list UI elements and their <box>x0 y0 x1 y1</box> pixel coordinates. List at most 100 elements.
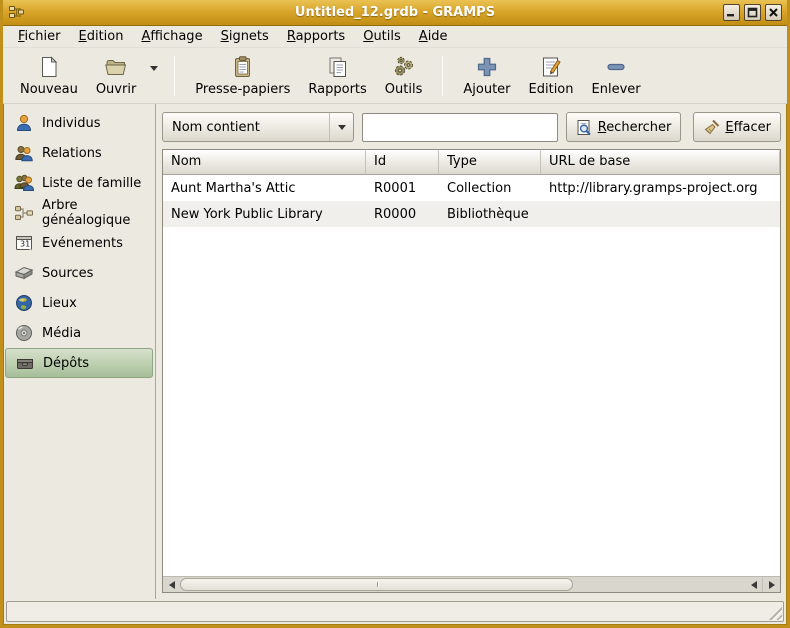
clipboard-icon <box>231 55 255 79</box>
sidebar-item-depots[interactable]: Dépôts <box>5 348 153 378</box>
edit-document-icon <box>539 55 563 79</box>
cell-type: Bibliothèque <box>439 201 541 227</box>
pedigree-tree-icon <box>14 203 34 223</box>
globe-icon <box>14 293 34 313</box>
gramps-window: Untitled_12.grdb - GRAMPS Fichier Editio… <box>0 0 790 628</box>
list-empty-area <box>163 227 780 576</box>
broom-icon <box>703 119 720 136</box>
clear-button[interactable]: Effacer <box>693 112 781 142</box>
close-button[interactable] <box>765 4 782 21</box>
family-group-icon <box>14 173 34 193</box>
sidebar-item-relations[interactable]: Relations <box>5 138 153 168</box>
horizontal-scrollbar[interactable] <box>163 576 780 592</box>
remove-button[interactable]: Enlever <box>583 51 650 100</box>
cell-id: R0001 <box>366 175 439 201</box>
arrow-left-icon <box>751 581 757 589</box>
toolbar-separator <box>442 56 443 96</box>
sidebar-item-label: Relations <box>42 146 102 161</box>
tools-button[interactable]: Outils <box>376 51 432 100</box>
status-bar <box>6 601 784 622</box>
toolbar-separator <box>174 56 175 96</box>
arrow-left-icon <box>169 581 175 589</box>
add-button[interactable]: Ajouter <box>454 51 519 100</box>
cell-url <box>541 201 780 227</box>
menu-affichage[interactable]: Affichage <box>132 27 211 46</box>
cell-id: R0000 <box>366 201 439 227</box>
clipboard-button[interactable]: Presse-papiers <box>186 51 299 100</box>
sidebar-item-liste-de-famille[interactable]: Liste de famille <box>5 168 153 198</box>
cell-name: Aunt Martha's Attic <box>163 175 366 201</box>
search-button[interactable]: Rechercher <box>566 112 682 142</box>
repository-list: Nom Id Type URL de base Aunt Martha's At… <box>162 149 781 593</box>
arrow-right-icon <box>769 581 775 589</box>
column-header-id[interactable]: Id <box>366 150 439 175</box>
scroll-left-stepper[interactable] <box>163 577 180 592</box>
two-people-icon <box>14 143 34 163</box>
tool-label: Edition <box>529 82 574 97</box>
new-document-icon <box>37 55 61 79</box>
sidebar-item-label: Lieux <box>42 296 77 311</box>
filter-field-select[interactable]: Nom contient <box>162 112 354 142</box>
calendar-icon: 31 <box>14 233 34 253</box>
book-icon <box>14 263 34 283</box>
menu-rapports[interactable]: Rapports <box>278 27 354 46</box>
status-footer <box>3 599 787 625</box>
sidebar-item-label: Dépôts <box>43 356 89 371</box>
find-icon <box>576 119 593 136</box>
titlebar[interactable]: Untitled_12.grdb - GRAMPS <box>3 0 787 26</box>
tool-label: Ajouter <box>463 82 510 97</box>
table-row[interactable]: Aunt Martha's Attic R0001 Collection htt… <box>163 175 780 201</box>
remove-minus-icon <box>604 55 628 79</box>
filter-field-value: Nom contient <box>172 120 260 135</box>
sidebar: Individus Relations <box>3 104 156 599</box>
open-dropdown-button[interactable] <box>145 66 163 85</box>
cell-type: Collection <box>439 175 541 201</box>
scrollbar-thumb[interactable] <box>180 578 573 591</box>
column-header-url[interactable]: URL de base <box>541 150 780 175</box>
reports-icon <box>326 55 350 79</box>
edit-button[interactable]: Edition <box>520 51 583 100</box>
column-header-nom[interactable]: Nom <box>163 150 366 175</box>
resize-grip[interactable] <box>767 605 782 620</box>
open-folder-icon <box>104 55 128 79</box>
tool-label: Enlever <box>592 82 641 97</box>
tool-label: Nouveau <box>20 82 78 97</box>
search-button-label: Rechercher <box>598 120 672 135</box>
sidebar-item-label: Média <box>42 326 81 341</box>
table-row[interactable]: New York Public Library R0000 Bibliothèq… <box>163 201 780 227</box>
menu-outils[interactable]: Outils <box>354 27 410 46</box>
reports-button[interactable]: Rapports <box>299 51 375 100</box>
menu-aide[interactable]: Aide <box>410 27 457 46</box>
menu-fichier[interactable]: Fichier <box>9 27 70 46</box>
scroll-right-stepper[interactable] <box>763 577 780 592</box>
sidebar-item-label: Individus <box>42 116 101 131</box>
clear-button-label: Effacer <box>725 120 771 135</box>
tool-label: Presse-papiers <box>195 82 290 97</box>
svg-text:31: 31 <box>20 240 30 249</box>
tool-label: Rapports <box>308 82 366 97</box>
new-button[interactable]: Nouveau <box>11 51 87 100</box>
scroll-left-stepper-right-end[interactable] <box>746 577 763 592</box>
menu-edition[interactable]: Edition <box>70 27 133 46</box>
minimize-button[interactable] <box>723 4 740 21</box>
menu-signets[interactable]: Signets <box>212 27 278 46</box>
column-header-type[interactable]: Type <box>439 150 541 175</box>
gears-icon <box>392 55 416 79</box>
sidebar-item-sources[interactable]: Sources <box>5 258 153 288</box>
cell-url: http://library.gramps-project.org <box>541 175 780 201</box>
search-input[interactable] <box>362 113 558 142</box>
window-title: Untitled_12.grdb - GRAMPS <box>3 5 787 20</box>
menubar: Fichier Edition Affichage Signets Rappor… <box>3 26 787 48</box>
sidebar-item-arbre-genealogique[interactable]: Arbre généalogique <box>5 198 153 228</box>
sidebar-item-lieux[interactable]: Lieux <box>5 288 153 318</box>
main-area: Individus Relations <box>3 104 787 599</box>
sidebar-item-media[interactable]: Média <box>5 318 153 348</box>
cell-name: New York Public Library <box>163 201 366 227</box>
sidebar-item-label: Evénements <box>42 236 123 251</box>
maximize-button[interactable] <box>744 4 761 21</box>
sidebar-item-individus[interactable]: Individus <box>5 108 153 138</box>
sidebar-item-label: Sources <box>42 266 93 281</box>
open-button[interactable]: Ouvrir <box>87 51 145 100</box>
toolbar: Nouveau Ouvrir <box>3 48 787 104</box>
sidebar-item-evenements[interactable]: 31 Evénements <box>5 228 153 258</box>
